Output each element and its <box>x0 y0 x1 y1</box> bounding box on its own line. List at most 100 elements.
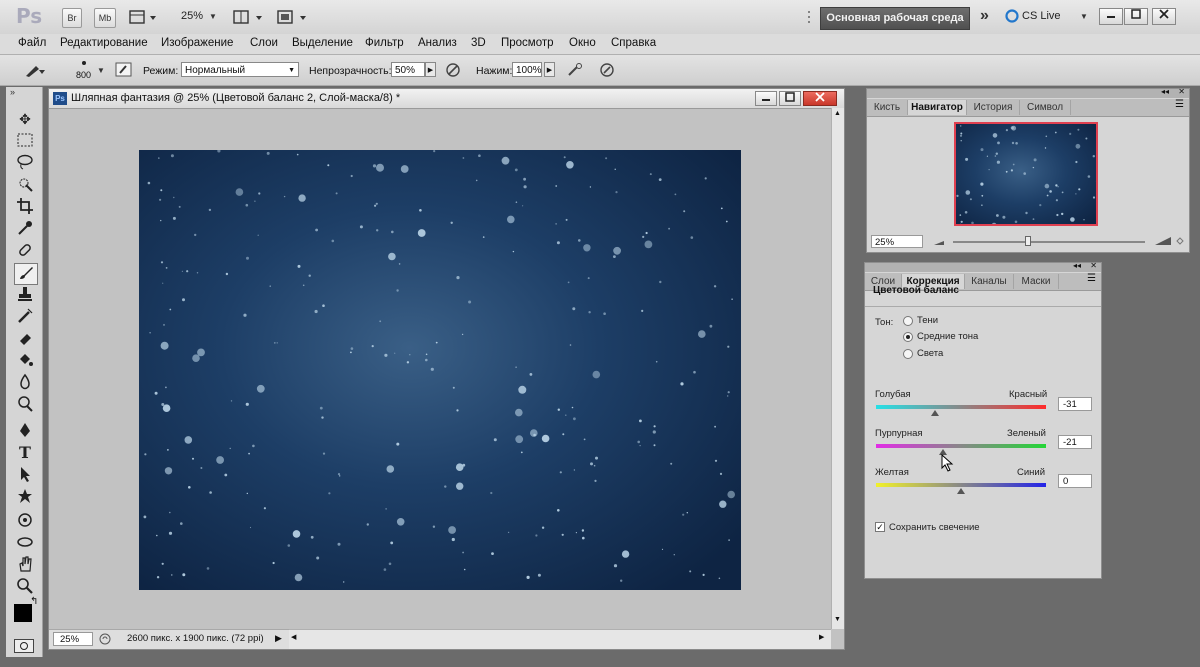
healing-brush-tool-icon[interactable] <box>14 241 36 261</box>
resize-grip-icon[interactable] <box>1175 236 1185 246</box>
tab-channels[interactable]: Каналы <box>965 274 1014 289</box>
tone-midtones-radio[interactable] <box>903 332 913 342</box>
quick-mask-icon[interactable] <box>14 639 34 653</box>
opacity-field[interactable]: 50% <box>391 62 425 77</box>
doc-close-button[interactable] <box>803 91 837 106</box>
navigator-thumbnail[interactable] <box>954 122 1098 226</box>
tab-brush[interactable]: Кисть <box>867 100 908 115</box>
scroll-right-icon[interactable]: ▶ <box>819 633 824 641</box>
history-brush-tool-icon[interactable] <box>14 307 36 327</box>
adj-panel-close-icon[interactable]: ✕ <box>1090 261 1097 270</box>
type-tool-icon[interactable]: T <box>14 443 36 463</box>
zoom-in-icon[interactable] <box>1154 234 1172 246</box>
view-extras-icon[interactable] <box>128 9 158 25</box>
dodge-tool-icon[interactable] <box>14 395 36 415</box>
pen-tool-icon[interactable] <box>14 421 36 441</box>
panel-collapse-icon[interactable]: ◂◂ <box>1161 87 1169 96</box>
bridge-button[interactable]: Br <box>62 8 82 28</box>
tools-collapse-icon[interactable]: » <box>10 87 15 97</box>
doc-minimize-button[interactable] <box>755 91 777 106</box>
yellow-blue-slider-thumb[interactable] <box>957 488 965 494</box>
tone-midtones-label[interactable]: Средние тона <box>917 331 978 342</box>
quick-selection-tool-icon[interactable] <box>14 175 36 195</box>
hand-tool-icon[interactable] <box>14 555 36 575</box>
cs-live-menu[interactable]: CS Live <box>1022 10 1061 22</box>
blur-tool-icon[interactable] <box>14 373 36 393</box>
menu-3d[interactable]: 3D <box>471 37 486 49</box>
mini-bridge-button[interactable]: Mb <box>94 8 116 28</box>
eyedropper-tool-icon[interactable] <box>14 219 36 239</box>
tablet-opacity-icon[interactable] <box>444 61 462 79</box>
cyan-red-value[interactable]: -31 <box>1058 397 1092 411</box>
preserve-luminosity-label[interactable]: Сохранить свечение <box>889 522 980 533</box>
cs-live-dropdown-icon[interactable]: ▼ <box>1080 12 1088 21</box>
scroll-left-icon[interactable]: ◀ <box>291 633 296 641</box>
swap-colors-icon[interactable]: ↰ <box>30 596 38 607</box>
navigator-panel-menu-icon[interactable]: ☰ <box>1175 99 1184 110</box>
scroll-up-icon[interactable]: ▲ <box>834 110 841 117</box>
lasso-tool-icon[interactable] <box>14 153 36 173</box>
menu-image[interactable]: Изображение <box>161 37 233 49</box>
preserve-luminosity-checkbox[interactable]: ✓ <box>875 522 885 532</box>
menu-filter[interactable]: Фильтр <box>365 37 404 49</box>
zoom-out-icon[interactable] <box>933 236 947 246</box>
horizontal-scrollbar[interactable]: ◀ ▶ <box>289 629 831 649</box>
crop-tool-icon[interactable] <box>14 197 36 217</box>
brush-size[interactable]: 800 <box>76 70 91 80</box>
magenta-green-slider[interactable] <box>876 444 1046 448</box>
move-tool-icon[interactable]: ✥ <box>14 109 36 129</box>
custom-shape-tool-icon[interactable] <box>14 487 36 507</box>
tone-highlights-radio[interactable] <box>903 349 913 359</box>
yellow-blue-slider[interactable] <box>876 483 1046 487</box>
vertical-scrollbar[interactable]: ▲ ▼ <box>831 108 844 629</box>
panel-close-icon[interactable]: ✕ <box>1178 87 1185 96</box>
brush-preset-icon[interactable] <box>22 61 46 79</box>
scroll-down-icon[interactable]: ▼ <box>834 616 841 623</box>
airbrush-icon[interactable] <box>566 61 584 79</box>
document-canvas[interactable] <box>139 149 741 590</box>
brush-dropdown-icon[interactable]: ▼ <box>97 66 105 75</box>
zoom-tool-icon[interactable] <box>14 577 36 597</box>
tab-navigator[interactable]: Навигатор <box>908 100 967 115</box>
workspace-button[interactable]: Основная рабочая среда <box>820 7 970 30</box>
3d-rotate-tool-icon[interactable] <box>14 511 36 531</box>
tab-character[interactable]: Символ <box>1020 100 1071 115</box>
menu-help[interactable]: Справка <box>611 37 656 49</box>
navigator-zoom-slider[interactable] <box>953 241 1145 243</box>
adjustments-panel-menu-icon[interactable]: ☰ <box>1087 273 1096 284</box>
paint-bucket-tool-icon[interactable] <box>14 351 36 371</box>
minimize-button[interactable] <box>1099 8 1123 25</box>
menu-file[interactable]: Файл <box>18 37 46 49</box>
3d-orbit-tool-icon[interactable] <box>14 533 36 553</box>
status-menu-icon[interactable]: ▶ <box>275 633 282 644</box>
doc-maximize-button[interactable] <box>779 91 801 106</box>
menu-select[interactable]: Выделение <box>292 37 353 49</box>
menu-window[interactable]: Окно <box>569 37 596 49</box>
cyan-red-slider-thumb[interactable] <box>930 410 939 416</box>
zoom-dropdown-icon[interactable]: ▼ <box>209 12 217 21</box>
marquee-tool-icon[interactable] <box>14 131 36 151</box>
menu-analysis[interactable]: Анализ <box>418 37 457 49</box>
menu-layers[interactable]: Слои <box>250 37 278 49</box>
opacity-slider-button[interactable]: ▶ <box>425 62 436 77</box>
tone-shadows-label[interactable]: Тени <box>917 315 938 326</box>
adj-panel-collapse-icon[interactable]: ◂◂ <box>1073 261 1081 270</box>
flow-field[interactable]: 100% <box>512 62 542 77</box>
yellow-blue-value[interactable]: 0 <box>1058 474 1092 488</box>
brush-tool-icon[interactable] <box>14 263 38 285</box>
menu-edit[interactable]: Редактирование <box>60 37 148 49</box>
tab-history[interactable]: История <box>967 100 1020 115</box>
brush-panel-toggle-icon[interactable] <box>115 62 133 78</box>
blend-mode-select[interactable]: Нормальный ▼ <box>181 62 299 77</box>
arrange-documents-icon[interactable] <box>232 9 266 25</box>
status-info-icon[interactable] <box>99 633 111 645</box>
tone-shadows-radio[interactable] <box>903 316 913 326</box>
zoom-level[interactable]: 25% <box>181 10 203 22</box>
path-selection-tool-icon[interactable] <box>14 465 36 485</box>
eraser-tool-icon[interactable] <box>14 329 36 349</box>
cyan-red-slider[interactable] <box>876 405 1046 409</box>
tone-highlights-label[interactable]: Света <box>917 348 943 359</box>
tablet-size-icon[interactable] <box>598 61 616 79</box>
status-zoom-field[interactable]: 25% <box>53 632 93 646</box>
close-button[interactable] <box>1152 8 1176 25</box>
